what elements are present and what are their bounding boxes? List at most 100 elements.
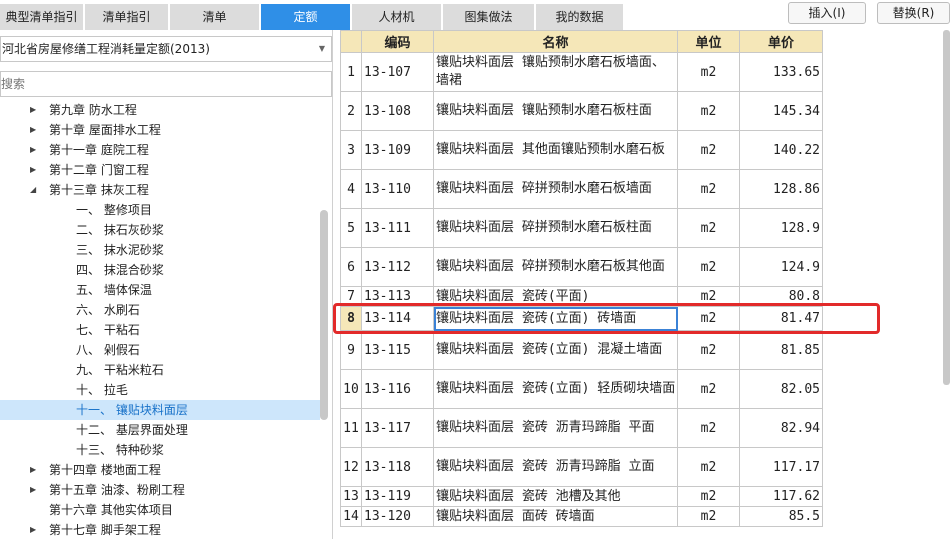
expanded-arrow-icon[interactable]: ◢ (30, 180, 36, 200)
table-row[interactable]: 7 13-113 镶贴块料面层 瓷砖(平面) m2 80.8 (340, 286, 823, 307)
tree-item[interactable]: ▶ 第十四章 楼地面工程 (0, 460, 320, 480)
cell-price[interactable]: 80.8 (739, 286, 823, 307)
header-unit[interactable]: 单位 (677, 30, 740, 53)
cell-unit[interactable]: m2 (677, 330, 740, 370)
cell-name[interactable]: 镶贴块料面层 瓷砖(平面) (433, 286, 678, 307)
table-row[interactable]: 5 13-111 镶贴块料面层 碎拼预制水磨石板柱面 m2 128.9 (340, 208, 823, 248)
tab-bill-guide[interactable]: 清单指引 (85, 4, 169, 30)
tree-item[interactable]: 十一、 镶贴块料面层 (0, 400, 320, 420)
cell-unit[interactable]: m2 (677, 52, 740, 92)
tree-item[interactable]: 一、 整修项目 (0, 200, 320, 220)
tree-item[interactable]: 十三、 特种砂浆 (0, 440, 320, 460)
row-number[interactable]: 4 (340, 169, 362, 209)
cell-name[interactable]: 镶贴块料面层 碎拼预制水磨石板墙面 (433, 169, 678, 209)
row-number[interactable]: 12 (340, 447, 362, 487)
collapsed-arrow-icon[interactable]: ▶ (30, 120, 36, 140)
cell-unit[interactable]: m2 (677, 506, 740, 527)
insert-button[interactable]: 插入(I) (788, 2, 866, 24)
cell-unit[interactable]: m2 (677, 208, 740, 248)
tab-quota[interactable]: 定额 (261, 4, 351, 30)
cell-unit[interactable]: m2 (677, 286, 740, 307)
row-number[interactable]: 11 (340, 408, 362, 448)
cell-code[interactable]: 13-117 (361, 408, 434, 448)
cell-code[interactable]: 13-115 (361, 330, 434, 370)
cell-name[interactable]: 镶贴块料面层 碎拼预制水磨石板柱面 (433, 208, 678, 248)
cell-code[interactable]: 13-113 (361, 286, 434, 307)
cell-code[interactable]: 13-119 (361, 486, 434, 507)
tree-item[interactable]: ▶ 第九章 防水工程 (0, 100, 320, 120)
row-number[interactable]: 10 (340, 369, 362, 409)
cell-name[interactable]: 镶贴块料面层 镶贴预制水磨石板墙面、墙裙 (433, 52, 678, 92)
tab-bill[interactable]: 清单 (170, 4, 260, 30)
search-box[interactable] (0, 71, 332, 97)
cell-name[interactable]: 镶贴块料面层 瓷砖(立面) 轻质砌块墙面 (433, 369, 678, 409)
cell-unit[interactable]: m2 (677, 369, 740, 409)
cell-code[interactable]: 13-118 (361, 447, 434, 487)
tree-item[interactable]: ▶ 第十二章 门窗工程 (0, 160, 320, 180)
tree-item[interactable]: ▶ 第十章 屋面排水工程 (0, 120, 320, 140)
table-scrollbar[interactable] (943, 30, 950, 385)
cell-price[interactable]: 81.85 (739, 330, 823, 370)
tree-item[interactable]: 九、 干粘米粒石 (0, 360, 320, 380)
cell-name[interactable]: 镶贴块料面层 瓷砖 沥青玛蹄脂 立面 (433, 447, 678, 487)
row-number[interactable]: 6 (340, 247, 362, 287)
row-number[interactable]: 1 (340, 52, 362, 92)
collapsed-arrow-icon[interactable]: ▶ (30, 460, 36, 480)
cell-unit[interactable]: m2 (677, 91, 740, 131)
cell-price[interactable]: 128.9 (739, 208, 823, 248)
cell-price[interactable]: 133.65 (739, 52, 823, 92)
row-number[interactable]: 3 (340, 130, 362, 170)
cell-price[interactable]: 140.22 (739, 130, 823, 170)
cell-price[interactable]: 117.62 (739, 486, 823, 507)
tree-item[interactable]: ▶ 第十五章 油漆、粉刷工程 (0, 480, 320, 500)
table-row[interactable]: 6 13-112 镶贴块料面层 碎拼预制水磨石板其他面 m2 124.9 (340, 247, 823, 287)
header-code[interactable]: 编码 (361, 30, 434, 53)
cell-price[interactable]: 124.9 (739, 247, 823, 287)
collapsed-arrow-icon[interactable]: ▶ (30, 520, 36, 539)
collapsed-arrow-icon[interactable]: ▶ (30, 140, 36, 160)
header-price[interactable]: 单价 (739, 30, 823, 53)
cell-unit[interactable]: m2 (677, 130, 740, 170)
cell-name[interactable]: 镶贴块料面层 瓷砖 沥青玛蹄脂 平面 (433, 408, 678, 448)
cell-name[interactable]: 镶贴块料面层 碎拼预制水磨石板其他面 (433, 247, 678, 287)
cell-price[interactable]: 145.34 (739, 91, 823, 131)
cell-price[interactable]: 85.5 (739, 506, 823, 527)
cell-code[interactable]: 13-112 (361, 247, 434, 287)
tree-item[interactable]: 七、 干粘石 (0, 320, 320, 340)
cell-name[interactable]: 镶贴块料面层 瓷砖 池槽及其他 (433, 486, 678, 507)
search-input[interactable] (1, 72, 331, 96)
row-number[interactable]: 8 (340, 306, 362, 331)
tree-item[interactable]: 三、 抹水泥砂浆 (0, 240, 320, 260)
cell-unit[interactable]: m2 (677, 247, 740, 287)
cell-name[interactable]: 镶贴块料面层 瓷砖(立面) 混凝土墙面 (433, 330, 678, 370)
table-row[interactable]: 2 13-108 镶贴块料面层 镶贴预制水磨石板柱面 m2 145.34 (340, 91, 823, 131)
replace-button[interactable]: 替换(R) (877, 2, 950, 24)
header-name[interactable]: 名称 (433, 30, 678, 53)
tree-item[interactable]: 四、 抹混合砂浆 (0, 260, 320, 280)
cell-name[interactable]: 镶贴块料面层 瓷砖(立面) 砖墙面 (433, 306, 678, 331)
table-row[interactable]: 10 13-116 镶贴块料面层 瓷砖(立面) 轻质砌块墙面 m2 82.05 (340, 369, 823, 409)
tab-atlas-practice[interactable]: 图集做法 (443, 4, 535, 30)
tab-my-data[interactable]: 我的数据 (536, 4, 624, 30)
tree-item[interactable]: 十、 拉毛 (0, 380, 320, 400)
tree-item[interactable]: ◢ 第十三章 抹灰工程 (0, 180, 320, 200)
cell-code[interactable]: 13-111 (361, 208, 434, 248)
collapsed-arrow-icon[interactable]: ▶ (30, 160, 36, 180)
table-row[interactable]: 11 13-117 镶贴块料面层 瓷砖 沥青玛蹄脂 平面 m2 82.94 (340, 408, 823, 448)
cell-name[interactable]: 镶贴块料面层 其他面镶贴预制水磨石板 (433, 130, 678, 170)
table-row[interactable]: 14 13-120 镶贴块料面层 面砖 砖墙面 m2 85.5 (340, 506, 823, 527)
cell-code[interactable]: 13-107 (361, 52, 434, 92)
row-number[interactable]: 14 (340, 506, 362, 527)
row-number[interactable]: 13 (340, 486, 362, 507)
cell-unit[interactable]: m2 (677, 306, 740, 331)
cell-name[interactable]: 镶贴块料面层 镶贴预制水磨石板柱面 (433, 91, 678, 131)
tab-labor-material-machine[interactable]: 人材机 (352, 4, 442, 30)
tree-item[interactable]: 六、 水刷石 (0, 300, 320, 320)
row-number[interactable]: 2 (340, 91, 362, 131)
collapsed-arrow-icon[interactable]: ▶ (30, 100, 36, 120)
table-row[interactable]: 9 13-115 镶贴块料面层 瓷砖(立面) 混凝土墙面 m2 81.85 (340, 330, 823, 370)
collapsed-arrow-icon[interactable]: ▶ (30, 480, 36, 500)
table-row[interactable]: 3 13-109 镶贴块料面层 其他面镶贴预制水磨石板 m2 140.22 (340, 130, 823, 170)
table-row[interactable]: 4 13-110 镶贴块料面层 碎拼预制水磨石板墙面 m2 128.86 (340, 169, 823, 209)
tree-item[interactable]: 十二、 基层界面处理 (0, 420, 320, 440)
